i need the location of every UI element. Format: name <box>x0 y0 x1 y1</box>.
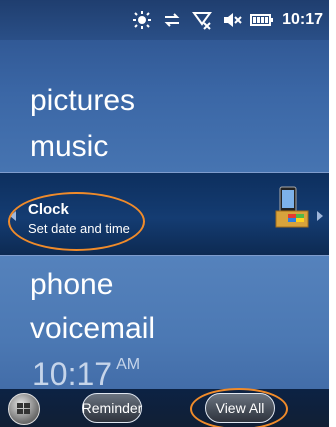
windows-flag-icon[interactable] <box>270 183 318 231</box>
menu-item-pictures[interactable]: pictures <box>30 84 135 118</box>
sync-icon <box>160 8 184 32</box>
windows-flag-icon <box>17 403 30 414</box>
status-bar: 10:17 <box>0 0 329 40</box>
clock-highlight-ring <box>8 192 145 251</box>
menu-item-voicemail[interactable]: voicemail <box>30 312 155 346</box>
home-clock: 10:17 AM <box>32 356 140 393</box>
menu-item-phone[interactable]: phone <box>30 268 113 302</box>
home-clock-ampm: AM <box>116 356 141 373</box>
reminder-button[interactable]: Reminder <box>82 393 142 423</box>
battery-icon <box>250 8 274 32</box>
menu-item-music[interactable]: music <box>30 130 108 164</box>
scroll-right-arrow-icon[interactable] <box>317 211 323 221</box>
brightness-icon <box>130 8 154 32</box>
volume-off-icon <box>220 8 244 32</box>
view-all-button[interactable]: View All <box>205 393 275 423</box>
status-time: 10:17 <box>282 11 323 28</box>
start-button[interactable] <box>8 393 40 425</box>
home-screen: 10:17 pictures music Clock Set date and … <box>0 0 329 427</box>
home-clock-time: 10:17 <box>32 356 113 392</box>
selected-band-clock[interactable]: Clock Set date and time <box>0 172 329 256</box>
signal-off-icon <box>190 8 214 32</box>
